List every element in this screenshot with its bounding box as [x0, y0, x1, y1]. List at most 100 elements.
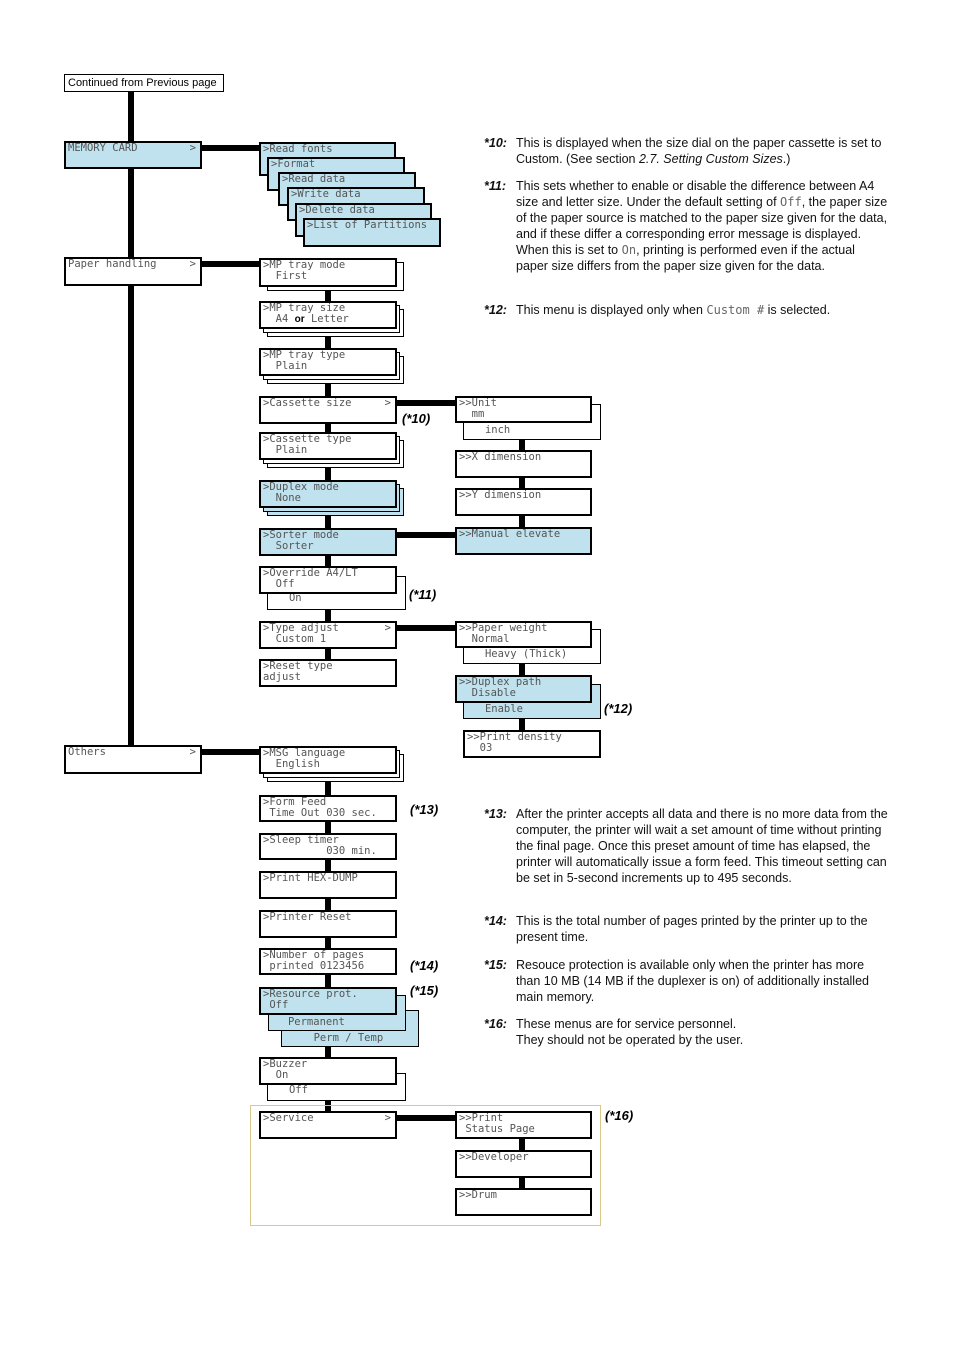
footnote-ref-15: (*15): [410, 983, 439, 998]
item-printer-reset[interactable]: >Printer Reset: [259, 910, 397, 938]
item-reset-type-adjust[interactable]: >Reset type adjust: [259, 659, 397, 687]
item-print-status-page[interactable]: >>Print Status Page: [455, 1111, 592, 1139]
item-number-of-pages[interactable]: >Number of pages printed 0123456: [259, 948, 397, 975]
item-cassette-size[interactable]: >Cassette size >: [259, 396, 397, 424]
label: Write data: [297, 188, 361, 200]
value: 030 min.: [263, 845, 377, 857]
note-key: *13:: [484, 807, 507, 821]
label: List of Partitions: [313, 219, 428, 231]
chevron-right-icon: >: [384, 1112, 391, 1124]
item-x-dimension[interactable]: >>X dimension: [455, 450, 592, 478]
chevron-right-icon: >: [189, 746, 196, 758]
connector: [201, 749, 259, 755]
mono-value: Off: [780, 195, 802, 209]
item-duplex-path[interactable]: >>Duplex path Disable: [455, 675, 592, 703]
value: Perm / Temp: [282, 1032, 384, 1044]
item-cassette-type[interactable]: >Cassette type Plain: [259, 432, 397, 460]
value: Permanent: [269, 1016, 345, 1028]
or-text: or: [294, 314, 305, 325]
item-paper-weight[interactable]: >>Paper weight Normal: [455, 621, 592, 648]
label: Others: [68, 746, 106, 758]
item-unit[interactable]: >>Unit mm: [455, 396, 592, 423]
value: Letter: [310, 313, 349, 325]
item-developer[interactable]: >>Developer: [455, 1150, 592, 1178]
value: Sorter: [263, 540, 314, 552]
label: >>Y dimension: [459, 489, 542, 501]
menu-others[interactable]: Others >: [64, 745, 202, 774]
note-key: *14:: [484, 914, 507, 928]
item-mp-tray-size[interactable]: >MP tray size A4 or Letter: [259, 301, 397, 329]
menu-memory-card[interactable]: MEMORY CARD >: [64, 141, 202, 169]
value: Enable: [466, 703, 523, 715]
menu-paper-handling[interactable]: Paper handling >: [64, 257, 202, 286]
item-mp-tray-type[interactable]: >MP tray type Plain: [259, 348, 397, 376]
note-text: They should not be operated by the user.: [516, 1033, 744, 1047]
footnote-ref-10: (*10): [402, 411, 431, 426]
note-11: *11: This sets whether to enable or disab…: [484, 178, 889, 274]
continued-label: Continued from Previous page: [64, 74, 224, 92]
note-key: *15:: [484, 958, 507, 972]
label: Paper handling: [68, 258, 157, 270]
footnote-ref-14: (*14): [410, 958, 439, 973]
footnote-ref-12: (*12): [604, 701, 633, 716]
note-16: *16: These menus are for service personne…: [484, 1016, 889, 1048]
item-type-adjust[interactable]: >Type adjust Custom 1 >: [259, 621, 397, 649]
item-manual-elevate[interactable]: >>Manual elevate: [455, 527, 592, 555]
item-form-feed[interactable]: >Form Feed Time Out 030 sec.: [259, 795, 397, 822]
label: >Print HEX-DUMP: [263, 872, 358, 884]
item-sleep-timer[interactable]: >Sleep timer 030 min.: [259, 833, 397, 860]
label: >Cassette size: [263, 397, 352, 409]
note-key: *12:: [484, 303, 507, 317]
chevron-right-icon: >: [384, 397, 391, 409]
note-12: *12: This menu is displayed only when Cus…: [484, 302, 889, 318]
note-text: This is the total number of pages printe…: [516, 914, 868, 944]
label: >>Manual elevate: [459, 528, 561, 540]
label: MEMORY CARD: [68, 142, 138, 154]
label: >>Drum: [459, 1189, 497, 1201]
value: Time Out 030 sec.: [263, 807, 377, 819]
item-buzzer[interactable]: >Buzzer On: [259, 1057, 397, 1085]
label: >Printer Reset: [263, 911, 352, 923]
note-text: .): [782, 152, 791, 166]
value: printed 0123456: [263, 960, 365, 972]
chevron-right-icon: >: [384, 622, 391, 634]
connector: [201, 145, 259, 151]
footnote-ref-11: (*11): [409, 587, 437, 602]
connector: [396, 625, 455, 631]
note-14: *14: This is the total number of pages pr…: [484, 913, 889, 945]
value: First: [263, 270, 308, 282]
item-list-partitions[interactable]: >List of Partitions: [303, 218, 441, 247]
item-resource-prot[interactable]: >Resource prot. Off: [259, 987, 397, 1015]
note-text: Resouce protection is available only whe…: [516, 958, 869, 1004]
item-y-dimension[interactable]: >>Y dimension: [455, 488, 592, 516]
mono-value: On: [621, 243, 637, 257]
item-duplex-mode[interactable]: >Duplex mode None: [259, 480, 397, 508]
value: None: [263, 492, 301, 504]
value: Plain: [263, 444, 308, 456]
note-15: *15: Resouce protection is available only…: [484, 957, 889, 1005]
label: >>X dimension: [459, 451, 542, 463]
value: 03: [467, 742, 493, 754]
item-msg-language[interactable]: >MSG language English: [259, 746, 397, 774]
item-mp-tray-mode[interactable]: >MP tray mode First: [259, 258, 397, 287]
label: Read data: [288, 173, 346, 185]
label: >Service: [263, 1112, 314, 1124]
note-text: These menus are for service personnel.: [516, 1017, 737, 1031]
item-sorter-mode[interactable]: >Sorter mode Sorter: [259, 528, 397, 556]
note-key: *11:: [484, 179, 507, 193]
item-print-density[interactable]: >>Print density 03: [463, 730, 601, 758]
item-drum[interactable]: >>Drum: [455, 1188, 592, 1216]
label: Read fonts: [269, 143, 333, 155]
item-print-hex-dump[interactable]: >Print HEX-DUMP: [259, 871, 397, 899]
note-text: After the printer accepts all data and t…: [516, 807, 888, 885]
chevron-right-icon: >: [189, 258, 196, 270]
value: Custom 1: [263, 633, 327, 645]
section-ref: 2.7. Setting Custom Sizes: [638, 152, 783, 166]
note-text: is selected.: [764, 303, 831, 317]
label: adjust: [263, 671, 301, 683]
connector: [396, 532, 455, 538]
item-override-a4-lt[interactable]: >Override A4/LT Off: [259, 566, 397, 594]
label: >>Developer: [459, 1151, 529, 1163]
value: Off: [263, 999, 289, 1011]
item-service[interactable]: >Service >: [259, 1111, 397, 1139]
